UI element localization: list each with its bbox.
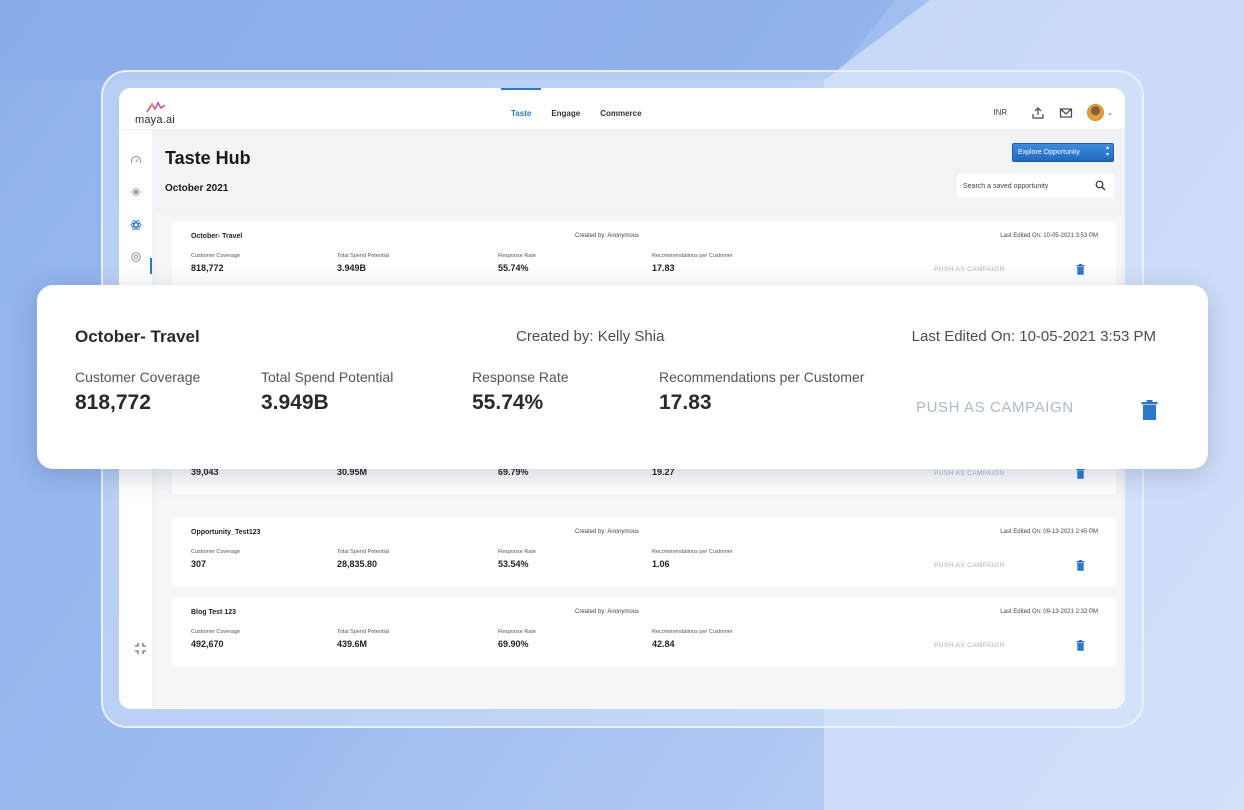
push-as-campaign-button[interactable]: PUSH AS CAMPAIGN <box>916 399 1074 416</box>
push-as-campaign-button[interactable]: PUSH AS CAMPAIGN <box>934 470 1005 477</box>
response-value: 55.74% <box>498 263 529 273</box>
opportunity-card[interactable]: Blog Test 123 Created by: Anonymous Last… <box>172 598 1116 666</box>
card-title: Opportunity_Test123 <box>191 529 261 536</box>
logo-mark-icon <box>146 102 166 113</box>
coverage-value: 818,772 <box>75 391 151 414</box>
trash-icon[interactable] <box>1141 400 1158 420</box>
spend-label: Total Spend Potential <box>261 369 394 385</box>
upload-icon[interactable] <box>1031 106 1045 120</box>
opportunity-card[interactable]: Opportunity_Test123 Created by: Anonymou… <box>172 518 1116 586</box>
explore-opportunity-select[interactable]: Explore Opportunity ▴ ▾ <box>1012 143 1114 162</box>
select-arrows-icon: ▴ ▾ <box>1105 145 1109 158</box>
push-as-campaign-button[interactable]: PUSH AS CAMPAIGN <box>934 642 1005 649</box>
tab-commerce[interactable]: Commerce <box>590 88 651 130</box>
response-value: 55.74% <box>472 391 544 414</box>
coverage-label: Customer Coverage <box>191 253 241 259</box>
recs-value: 42.84 <box>652 639 675 649</box>
spend-value: 3.949B <box>261 391 329 414</box>
card-title: Blog Test 123 <box>191 609 236 616</box>
coverage-value: 492,670 <box>191 639 224 649</box>
trash-icon[interactable] <box>1076 560 1085 571</box>
trash-icon[interactable] <box>1076 264 1085 275</box>
collapse-icon[interactable] <box>134 642 147 655</box>
month-heading: October 2021 <box>165 183 229 194</box>
sparkle-icon[interactable] <box>130 186 142 198</box>
logo[interactable]: maya.ai <box>133 102 193 126</box>
push-as-campaign-button[interactable]: PUSH AS CAMPAIGN <box>934 266 1005 273</box>
nav-tabs: Taste Engage Commerce <box>501 88 652 130</box>
background-shape <box>0 0 895 80</box>
coverage-value: 818,772 <box>191 263 224 273</box>
spend-value: 3.949B <box>337 263 367 273</box>
response-label: Response Rate <box>498 629 536 635</box>
spend-value: 28,835.80 <box>337 559 378 569</box>
recs-value: 1.06 <box>652 559 670 569</box>
settings-icon[interactable] <box>130 251 142 263</box>
card-created-by: Created by: Kelly Shia <box>516 328 665 345</box>
card-last-edited: Last Edited On: 09-13-2021 2:45 PM <box>1000 529 1098 535</box>
spend-label: Total Spend Potential <box>337 253 389 259</box>
opportunity-card[interactable]: October- Travel Created by: Anonymous La… <box>172 222 1116 290</box>
coverage-value: 307 <box>191 559 207 569</box>
spend-label: Total Spend Potential <box>337 629 389 635</box>
coverage-label: Customer Coverage <box>191 629 241 635</box>
coverage-label: Customer Coverage <box>191 549 241 555</box>
trash-icon[interactable] <box>1076 468 1085 479</box>
card-last-edited: Last Edited On: 10-05-2021 3:53 PM <box>911 328 1156 345</box>
card-title: October- Travel <box>75 327 200 346</box>
avatar <box>1087 104 1105 121</box>
card-created-by: Created by: Anonymous <box>575 529 640 535</box>
logo-text: maya.ai <box>135 114 175 126</box>
search-field <box>957 174 1114 198</box>
search-input[interactable] <box>963 180 1088 192</box>
chevron-down-icon: ⌄ <box>1107 109 1113 117</box>
recs-label: Recommendations per Customer <box>652 253 733 259</box>
spend-label: Total Spend Potential <box>337 549 389 555</box>
push-as-campaign-button[interactable]: PUSH AS CAMPAIGN <box>934 562 1005 569</box>
response-label: Response Rate <box>472 369 569 385</box>
currency-selector[interactable]: INR <box>993 108 1007 117</box>
card-created-by: Created by: Anonymous <box>575 609 640 615</box>
recs-value: 17.83 <box>659 391 712 414</box>
recs-label: Recommendations per Customer <box>659 369 865 385</box>
spend-value: 439.6M <box>337 639 368 649</box>
recs-value: 17.83 <box>652 263 675 273</box>
atom-icon[interactable] <box>130 219 142 231</box>
profile-menu[interactable]: ⌄ <box>1087 104 1113 121</box>
card-title: October- Travel <box>191 233 243 240</box>
response-value: 69.90% <box>498 639 529 649</box>
response-label: Response Rate <box>498 549 536 555</box>
mail-icon[interactable] <box>1059 106 1073 120</box>
trash-icon[interactable] <box>1076 640 1085 651</box>
response-value: 53.54% <box>498 559 529 569</box>
recs-label: Recommendations per Customer <box>652 629 733 635</box>
card-last-edited: Last Edited On: 10-05-2021 3:53 PM <box>1000 233 1098 239</box>
nav-actions: INR ⌄ <box>993 104 1113 121</box>
top-navigation: maya.ai Taste Engage Commerce INR ⌄ <box>119 88 1125 130</box>
search-icon[interactable] <box>1095 180 1106 191</box>
response-label: Response Rate <box>498 253 536 259</box>
gauge-icon[interactable] <box>130 154 142 166</box>
card-last-edited: Last Edited On: 09-13-2021 2:32 PM <box>1000 609 1098 615</box>
zoomed-opportunity-card[interactable]: October- Travel Created by: Kelly Shia L… <box>37 285 1208 469</box>
coverage-label: Customer Coverage <box>75 369 201 385</box>
tab-taste[interactable]: Taste <box>501 88 542 130</box>
recs-label: Recommendations per Customer <box>652 549 733 555</box>
card-created-by: Created by: Anonymous <box>575 233 640 239</box>
page-title: Taste Hub <box>165 148 251 168</box>
tab-engage[interactable]: Engage <box>541 88 590 130</box>
explore-opportunity-label: Explore Opportunity <box>1018 149 1080 156</box>
